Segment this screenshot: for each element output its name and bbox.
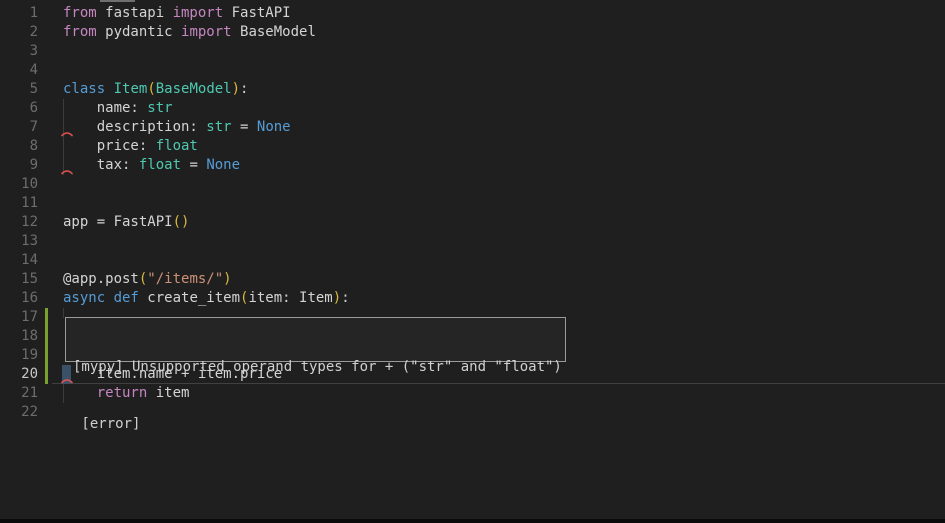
- indent-guide: [63, 99, 64, 175]
- editor-window: { "colors": { "background": "#1f1f1f", "…: [0, 0, 945, 523]
- line-number: 11: [0, 194, 38, 213]
- line-number: 17: [0, 308, 38, 327]
- line-number: 12: [0, 213, 38, 232]
- line-number: 10: [0, 175, 38, 194]
- line-number: 8: [0, 137, 38, 156]
- code-line[interactable]: 4: [0, 61, 945, 80]
- code-text: from fastapi import FastAPI: [63, 4, 291, 23]
- line-number: 6: [0, 99, 38, 118]
- git-added-indicator: [45, 365, 48, 384]
- indent-guide: [63, 308, 64, 318]
- line-number: 15: [0, 270, 38, 289]
- code-line[interactable]: 5 class Item(BaseModel):: [0, 80, 945, 99]
- window-bottom-edge: [0, 519, 945, 523]
- line-number: 19: [0, 346, 38, 365]
- line-number: 5: [0, 80, 38, 99]
- code-line[interactable]: 12 app = FastAPI(): [0, 213, 945, 232]
- code-line[interactable]: 2 from pydantic import BaseModel: [0, 23, 945, 42]
- diagnostic-message: [mypy] Unsupported operand types for + (…: [73, 358, 565, 377]
- code-text: name: str: [63, 99, 173, 118]
- indent-guide: [63, 384, 64, 403]
- code-line[interactable]: 9 tax: float = None: [0, 156, 945, 175]
- code-line[interactable]: 16 async def create_item(item: Item):: [0, 289, 945, 308]
- code-line[interactable]: 3: [0, 42, 945, 61]
- error-underline-icon: [61, 130, 73, 137]
- line-number: 7: [0, 118, 38, 137]
- code-line[interactable]: 10: [0, 175, 945, 194]
- line-number: 21: [0, 384, 38, 403]
- code-line[interactable]: 7 description: str = None: [0, 118, 945, 137]
- line-number: 20: [0, 365, 38, 384]
- code-line[interactable]: 11: [0, 194, 945, 213]
- code-text: description: str = None: [63, 118, 291, 137]
- line-number: 16: [0, 289, 38, 308]
- code-line[interactable]: 8 price: float: [0, 137, 945, 156]
- code-text: @app.post("/items/"): [63, 270, 232, 289]
- window-top-sliver: [100, 0, 135, 2]
- diagnostic-tooltip: [mypy] Unsupported operand types for + (…: [65, 317, 566, 362]
- line-number: 14: [0, 251, 38, 270]
- git-added-indicator: [45, 346, 48, 365]
- code-text: async def create_item(item: Item):: [63, 289, 350, 308]
- code-text: class Item(BaseModel):: [63, 80, 248, 99]
- code-text: app = FastAPI(): [63, 213, 189, 232]
- code-line[interactable]: 13: [0, 232, 945, 251]
- line-number: 1: [0, 4, 38, 23]
- line-number: 13: [0, 232, 38, 251]
- code-line[interactable]: 6 name: str: [0, 99, 945, 118]
- line-number: 2: [0, 23, 38, 42]
- code-text: tax: float = None: [63, 156, 240, 175]
- line-number: 3: [0, 42, 38, 61]
- code-text: price: float: [63, 137, 198, 156]
- line-number: 18: [0, 327, 38, 346]
- git-added-indicator: [45, 327, 48, 346]
- diagnostic-severity: [error]: [73, 415, 565, 434]
- git-added-indicator: [45, 308, 48, 327]
- code-line[interactable]: 15 @app.post("/items/"): [0, 270, 945, 289]
- error-underline-icon: [61, 377, 73, 384]
- line-number: 22: [0, 403, 38, 422]
- code-text: from pydantic import BaseModel: [63, 23, 316, 42]
- code-line[interactable]: 14: [0, 251, 945, 270]
- code-line[interactable]: 1 from fastapi import FastAPI: [0, 4, 945, 23]
- line-number: 9: [0, 156, 38, 175]
- line-number: 4: [0, 61, 38, 80]
- error-underline-icon: [61, 168, 73, 175]
